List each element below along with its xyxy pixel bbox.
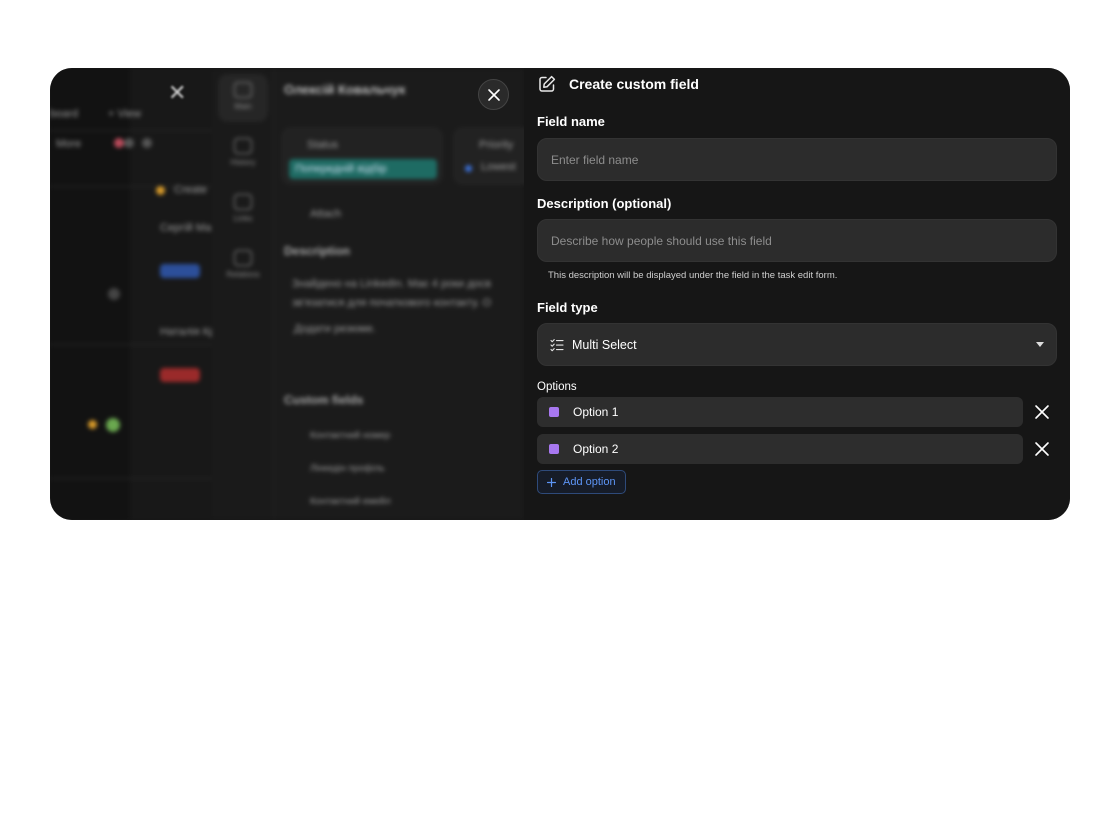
background-task-view: board + View More Create Сергій Ма Натал… xyxy=(50,68,524,520)
history-icon xyxy=(234,138,252,154)
column-label: Create xyxy=(174,184,208,196)
toolbar-view: + View xyxy=(108,108,142,120)
task-title: Олексій Ковальчук xyxy=(284,82,406,97)
filter-chip: More xyxy=(56,138,82,150)
close-icon xyxy=(487,89,500,101)
description-hint: This description will be displayed under… xyxy=(548,270,838,281)
field-type-select[interactable]: Multi Select xyxy=(537,323,1057,366)
close-icon: ✕ xyxy=(168,80,187,105)
rail-item-history[interactable]: History xyxy=(218,130,268,178)
add-option-button[interactable]: Add option xyxy=(537,470,626,494)
card-text: Сергій Ма xyxy=(160,222,212,234)
toolbar-board: board xyxy=(50,108,79,120)
panel-title: Create custom field xyxy=(569,76,699,92)
create-custom-field-panel: Create custom field Field name Descripti… xyxy=(524,68,1070,520)
card-text: Наталія Кр xyxy=(160,326,216,338)
board-area: board + View More Create Сергій Ма Натал… xyxy=(50,68,216,520)
edit-icon xyxy=(539,75,556,92)
panel-header: Create custom field xyxy=(537,74,699,94)
option-label: Option 2 xyxy=(573,442,619,456)
task-detail: Олексій Ковальчук Status Попередній відб… xyxy=(274,68,524,520)
status-card: Status Попередній відбір xyxy=(282,128,442,184)
checklist-icon xyxy=(550,338,564,351)
field-type-value: Multi Select xyxy=(572,337,637,352)
plus-icon xyxy=(547,477,556,487)
rail-item-links[interactable]: Links xyxy=(218,186,268,234)
option-color-swatch[interactable] xyxy=(549,407,559,417)
relations-icon xyxy=(234,250,252,266)
monitor-icon xyxy=(234,82,252,98)
chevron-down-icon xyxy=(1036,342,1044,347)
rail-item-main[interactable]: Main xyxy=(218,74,268,122)
option-row[interactable]: Option 1 xyxy=(537,397,1023,427)
description-input[interactable] xyxy=(537,219,1057,262)
add-option-label: Add option xyxy=(563,476,616,488)
description-label: Description (optional) xyxy=(537,196,672,211)
field-name-label: Field name xyxy=(537,114,605,129)
priority-card: Priority Lowest xyxy=(454,128,524,184)
field-name-input[interactable] xyxy=(537,138,1057,181)
option-label: Option 1 xyxy=(573,405,619,419)
description-heading: Description xyxy=(284,244,351,258)
link-icon xyxy=(234,194,252,210)
custom-fields-heading: Custom fields xyxy=(284,393,364,407)
app-frame: board + View More Create Сергій Ма Натал… xyxy=(50,68,1070,520)
task-side-rail: Main History Links Relations xyxy=(212,68,274,520)
remove-option-icon[interactable] xyxy=(1032,439,1052,459)
option-row[interactable]: Option 2 xyxy=(537,434,1023,464)
remove-option-icon[interactable] xyxy=(1032,402,1052,422)
attach-label: Attach xyxy=(310,208,342,220)
field-type-label: Field type xyxy=(537,300,598,315)
options-label: Options xyxy=(537,381,577,393)
option-color-swatch[interactable] xyxy=(549,444,559,454)
rail-item-relations[interactable]: Relations xyxy=(218,242,268,290)
close-task-button[interactable] xyxy=(478,79,509,110)
